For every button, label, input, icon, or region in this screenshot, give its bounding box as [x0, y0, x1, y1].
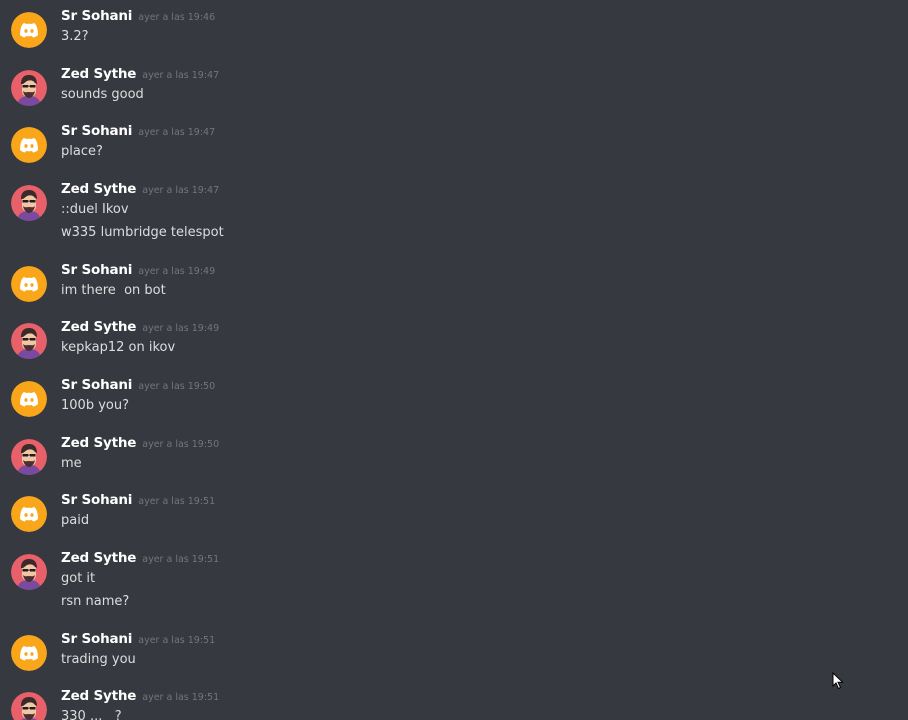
username[interactable]: Zed Sythe	[61, 181, 136, 197]
message-header: Sr Sohani ayer a las 19:46	[61, 8, 215, 24]
message-text: 3.2?	[61, 29, 89, 44]
message-text: im there on bot	[61, 283, 166, 298]
character-avatar[interactable]	[11, 70, 47, 106]
message-text: 100b you?	[61, 398, 129, 413]
message-header: Zed Sythe ayer a las 19:51	[61, 688, 219, 704]
username[interactable]: Zed Sythe	[61, 66, 136, 82]
message-text: sounds good	[61, 87, 144, 102]
message-text: paid	[61, 513, 90, 528]
username[interactable]: Sr Sohani	[61, 631, 132, 647]
username[interactable]: Zed Sythe	[61, 435, 136, 451]
message-header: Zed Sythe ayer a las 19:47	[61, 181, 219, 197]
message-text: rsn name?	[61, 594, 130, 609]
message-text: kepkap12 on ikov	[61, 340, 176, 355]
timestamp: ayer a las 19:47	[142, 185, 220, 196]
username[interactable]: Sr Sohani	[61, 123, 132, 139]
username[interactable]: Zed Sythe	[61, 550, 136, 566]
message-header: Sr Sohani ayer a las 19:50	[61, 377, 215, 393]
username[interactable]: Sr Sohani	[61, 377, 132, 393]
message-header: Sr Sohani ayer a las 19:51	[61, 492, 215, 508]
timestamp: ayer a las 19:47	[138, 127, 216, 138]
timestamp: ayer a las 19:51	[142, 554, 220, 565]
username[interactable]: Sr Sohani	[61, 262, 132, 278]
message-header: Sr Sohani ayer a las 19:49	[61, 262, 215, 278]
character-avatar[interactable]	[11, 185, 47, 221]
discord-logo-icon[interactable]	[11, 496, 47, 532]
timestamp: ayer a las 19:51	[142, 692, 220, 703]
character-avatar[interactable]	[11, 323, 47, 359]
timestamp: ayer a las 19:47	[142, 70, 220, 81]
character-avatar[interactable]	[11, 692, 47, 720]
timestamp: ayer a las 19:46	[138, 12, 216, 23]
timestamp: ayer a las 19:49	[142, 323, 220, 334]
username[interactable]: Sr Sohani	[61, 492, 132, 508]
message-header: Zed Sythe ayer a las 19:50	[61, 435, 219, 451]
mouse-cursor-icon	[832, 671, 844, 694]
message-header: Zed Sythe ayer a las 19:51	[61, 550, 219, 566]
message-text: trading you	[61, 652, 136, 667]
message-header: Sr Sohani ayer a las 19:51	[61, 631, 215, 647]
username[interactable]: Sr Sohani	[61, 8, 132, 24]
discord-logo-icon[interactable]	[11, 266, 47, 302]
username[interactable]: Zed Sythe	[61, 319, 136, 335]
timestamp: ayer a las 19:50	[142, 439, 220, 450]
message-text: got it	[61, 571, 96, 586]
timestamp: ayer a las 19:49	[138, 266, 216, 277]
character-avatar[interactable]	[11, 554, 47, 590]
timestamp: ayer a las 19:50	[138, 381, 216, 392]
chat-messages: Sr Sohani ayer a las 19:46 3.2? Zed Sythe…	[0, 0, 908, 720]
username[interactable]: Zed Sythe	[61, 688, 136, 704]
message-text: w335 lumbridge telespot	[61, 225, 224, 240]
message-text: place?	[61, 144, 103, 159]
message-header: Zed Sythe ayer a las 19:47	[61, 66, 219, 82]
timestamp: ayer a las 19:51	[138, 496, 216, 507]
discord-logo-icon[interactable]	[11, 12, 47, 48]
discord-logo-icon[interactable]	[11, 381, 47, 417]
message-text: 330 ... ?	[61, 709, 122, 720]
discord-logo-icon[interactable]	[11, 127, 47, 163]
character-avatar[interactable]	[11, 439, 47, 475]
message-text: me	[61, 456, 82, 471]
discord-logo-icon[interactable]	[11, 635, 47, 671]
message-header: Sr Sohani ayer a las 19:47	[61, 123, 215, 139]
timestamp: ayer a las 19:51	[138, 635, 216, 646]
message-text: ::duel Ikov	[61, 202, 129, 217]
message-header: Zed Sythe ayer a las 19:49	[61, 319, 219, 335]
